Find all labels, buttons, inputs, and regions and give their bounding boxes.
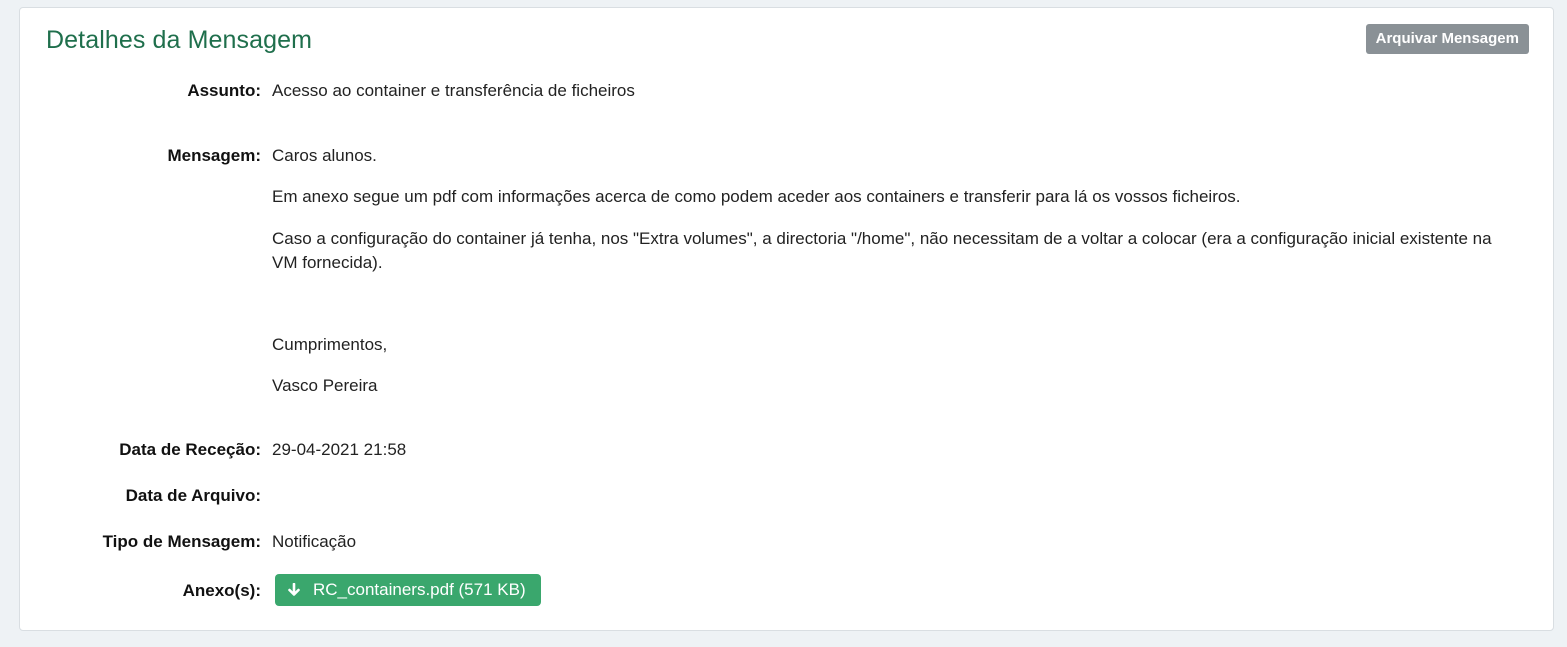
attachments-list: RC_containers.pdf (571 KB) bbox=[272, 574, 1493, 606]
message-type-label: Tipo de Mensagem: bbox=[102, 532, 261, 551]
message-body: Caros alunos. Em anexo segue um pdf com … bbox=[272, 144, 1493, 398]
message-label: Mensagem: bbox=[167, 146, 261, 165]
attachment-filename: RC_containers.pdf (571 KB) bbox=[313, 580, 526, 599]
received-date-value: 29-04-2021 21:58 bbox=[272, 440, 407, 459]
archive-message-button[interactable]: Arquivar Mensagem bbox=[1365, 24, 1529, 54]
message-details-panel: Detalhes da Mensagem Arquivar Mensagem A… bbox=[19, 7, 1554, 631]
panel-title: Detalhes da Mensagem bbox=[46, 26, 313, 54]
download-arrow-icon bbox=[288, 582, 300, 596]
archive-date-label: Data de Arquivo: bbox=[125, 486, 261, 505]
received-date-label: Data de Receção: bbox=[119, 440, 261, 459]
attachments-label: Anexo(s): bbox=[182, 581, 261, 600]
message-paragraph: Caso a configuração do container já tenh… bbox=[272, 229, 1492, 272]
message-type-value: Notificação bbox=[272, 532, 357, 551]
message-paragraph: Cumprimentos, bbox=[272, 335, 388, 354]
message-paragraph: Em anexo segue um pdf com informações ac… bbox=[272, 187, 1241, 206]
message-paragraph: Caros alunos. bbox=[272, 146, 377, 165]
subject-value: Acesso ao container e transferência de f… bbox=[272, 81, 635, 100]
message-paragraph: Vasco Pereira bbox=[272, 376, 378, 395]
subject-label: Assunto: bbox=[187, 81, 261, 100]
attachment-download-button[interactable]: RC_containers.pdf (571 KB) bbox=[275, 574, 541, 606]
